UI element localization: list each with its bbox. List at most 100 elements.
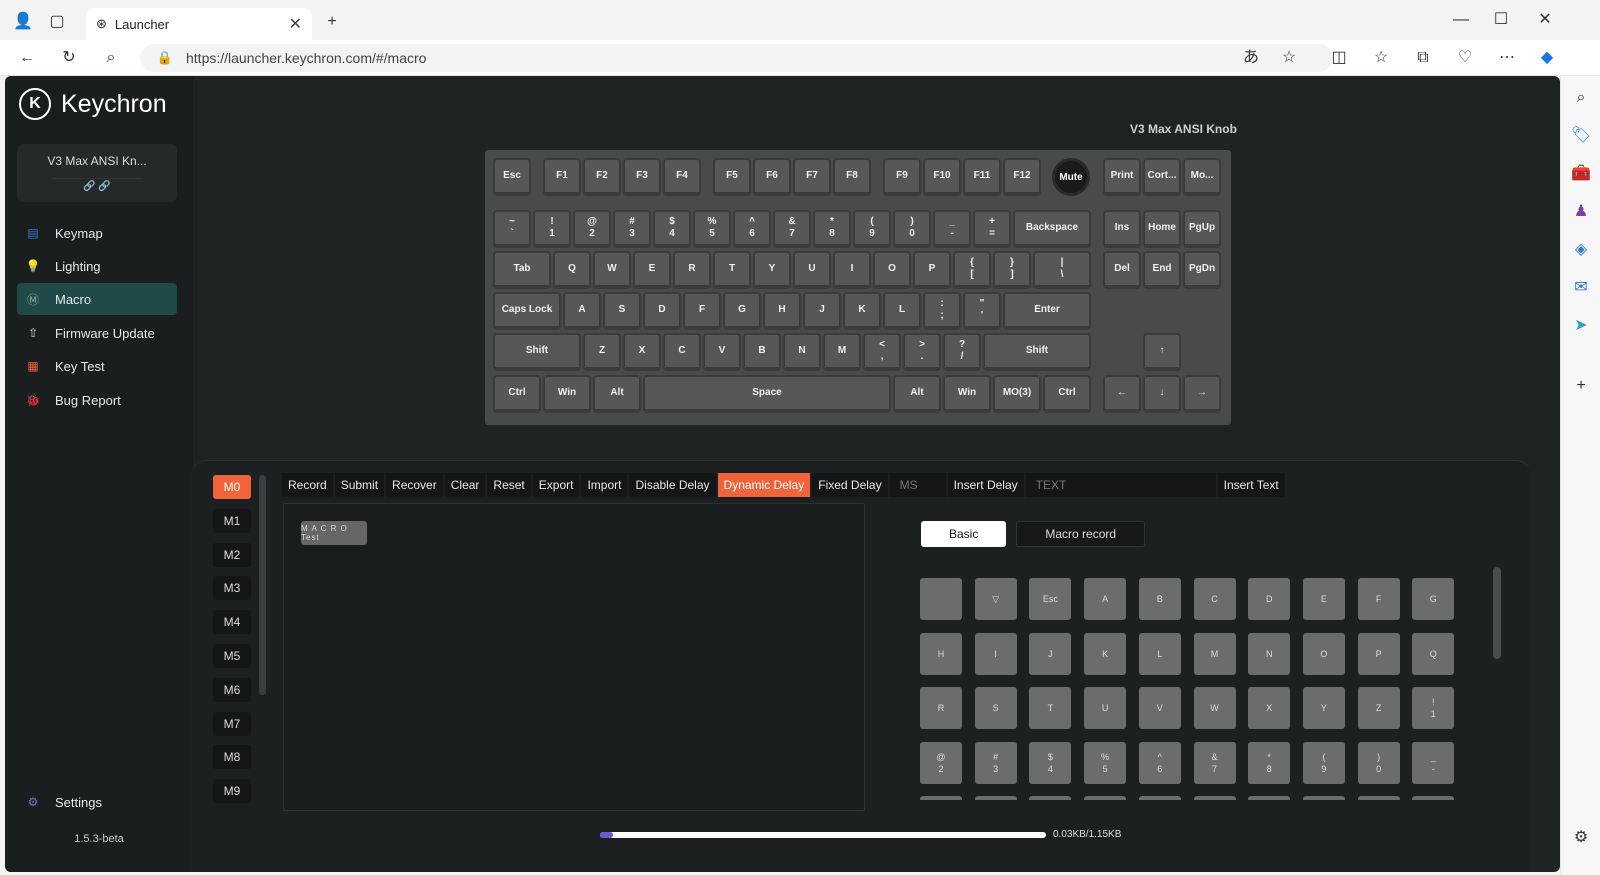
picker-key[interactable] [920,578,962,620]
clear-button[interactable]: Clear [444,473,486,497]
picker-key[interactable] [920,796,962,800]
macro-slot-scrollbar[interactable] [259,475,266,695]
search-icon[interactable]: ⌕ [100,48,122,68]
lock-icon[interactable]: 🔒 [154,48,176,68]
key[interactable]: | \ [1033,251,1091,289]
dynamic-delay-button[interactable]: Dynamic Delay [717,473,811,497]
picker-key[interactable]: M [1193,632,1236,675]
close-tab-icon[interactable]: ✕ [289,14,302,34]
picker-key[interactable]: Q [1412,632,1455,675]
macro-text-tag[interactable]: M A C R O Test [301,521,367,545]
new-tab-icon[interactable]: + [321,12,343,32]
key[interactable]: > . [903,333,941,371]
key[interactable]: F7 [793,158,831,196]
key[interactable]: Q [553,251,591,289]
picker-key[interactable] [974,796,1017,800]
key[interactable]: E [633,251,671,289]
key[interactable]: & 7 [773,210,811,248]
picker-key[interactable]: W [1193,687,1236,729]
picker-key[interactable]: _ - [1412,741,1455,784]
key[interactable]: N [783,333,821,371]
key[interactable]: Shift [493,333,581,371]
key[interactable]: Ins [1103,210,1141,248]
export-button[interactable]: Export [532,473,580,497]
key[interactable]: I [833,251,871,289]
device-link-icons[interactable]: 🔗 🔗 [52,178,142,192]
macro-slot-m6[interactable]: M6 [213,677,251,702]
key[interactable]: ( 9 [853,210,891,248]
picker-key[interactable]: X [1248,687,1291,729]
picker-key[interactable]: K [1084,632,1127,675]
key[interactable]: Backspace [1013,210,1091,248]
key[interactable]: W [593,251,631,289]
collections-icon[interactable]: ⧉ [1412,48,1434,68]
key[interactable]: MO(3) [993,375,1041,413]
key[interactable]: ! 1 [533,210,571,248]
picker-key[interactable]: ! 1 [1412,687,1455,729]
picker-key[interactable] [1248,796,1291,800]
add-sidebar-icon[interactable]: + [1570,376,1592,396]
fixed-delay-button[interactable]: Fixed Delay [812,473,888,497]
key[interactable]: _ - [933,210,971,248]
key[interactable]: Del [1103,251,1141,289]
picker-key[interactable]: E [1302,578,1345,620]
picker-key[interactable] [1084,796,1127,800]
picker-key[interactable]: F [1357,578,1400,620]
key[interactable]: H [763,292,801,330]
picker-key[interactable]: % 5 [1084,741,1127,784]
browser-essentials-icon[interactable]: ♡ [1454,48,1476,68]
browser-tab[interactable]: ⊛ Launcher ✕ [86,8,312,40]
key[interactable]: M [823,333,861,371]
knob-mute[interactable]: Mute [1052,158,1090,196]
key[interactable]: } ] [993,251,1031,289]
key[interactable]: P [913,251,951,289]
key[interactable]: T [713,251,751,289]
picker-key[interactable]: P [1357,632,1400,675]
key[interactable]: { [ [953,251,991,289]
recover-button[interactable]: Recover [386,473,443,497]
tab-basic[interactable]: Basic [921,521,1007,547]
device-card[interactable]: V3 Max ANSI Kn... 🔗 🔗 [17,144,177,202]
key[interactable]: X [623,333,661,371]
profile-icon[interactable]: 👤 [12,12,34,32]
picker-key[interactable] [1357,796,1400,800]
picker-key[interactable]: # 3 [974,741,1017,784]
macro-slot-m0[interactable]: M0 [213,475,251,499]
picker-key[interactable]: I [974,632,1017,675]
picker-key[interactable]: ^ 6 [1138,741,1181,784]
picker-key[interactable]: ▽ [974,578,1017,620]
record-button[interactable]: Record [282,473,333,497]
close-window-icon[interactable]: ✕ [1534,10,1556,30]
macro-slot-m8[interactable]: M8 [213,745,251,770]
games-icon[interactable]: ♟ [1570,202,1592,222]
key[interactable]: Print [1103,158,1141,196]
picker-key[interactable]: N [1248,632,1291,675]
more-options-icon[interactable]: ⋯ [1496,48,1518,68]
key[interactable]: Esc [493,158,531,196]
text-input[interactable] [1025,473,1216,497]
key[interactable]: F10 [923,158,961,196]
key[interactable]: Shift [983,333,1091,371]
picker-key[interactable]: L [1138,632,1181,675]
macro-slot-m9[interactable]: M9 [213,779,251,804]
copilot-icon[interactable]: ◆ [1536,48,1558,68]
picker-key[interactable]: Esc [1029,578,1072,620]
key[interactable]: J [803,292,841,330]
picker-key[interactable] [1193,796,1236,800]
key[interactable]: Tab [493,251,551,289]
key[interactable]: PgDn [1183,251,1221,289]
picker-key[interactable]: G [1412,578,1455,620]
key[interactable]: Alt [593,375,641,413]
key[interactable]: K [843,292,881,330]
split-screen-icon[interactable]: ◫ [1328,48,1350,68]
sidebar-item-macro[interactable]: Ⓜ Macro [17,283,177,315]
picker-key[interactable]: ( 9 [1302,741,1345,784]
key[interactable]: Caps Lock [493,292,561,330]
key[interactable]: ↑ [1143,333,1181,371]
key[interactable]: S [603,292,641,330]
insert-delay-button[interactable]: Insert Delay [947,473,1024,497]
key[interactable]: ^ 6 [733,210,771,248]
macro-slot-m5[interactable]: M5 [213,644,251,668]
picker-key[interactable]: H [920,632,962,675]
sidebar-settings-icon[interactable]: ⚙ [1570,828,1592,848]
